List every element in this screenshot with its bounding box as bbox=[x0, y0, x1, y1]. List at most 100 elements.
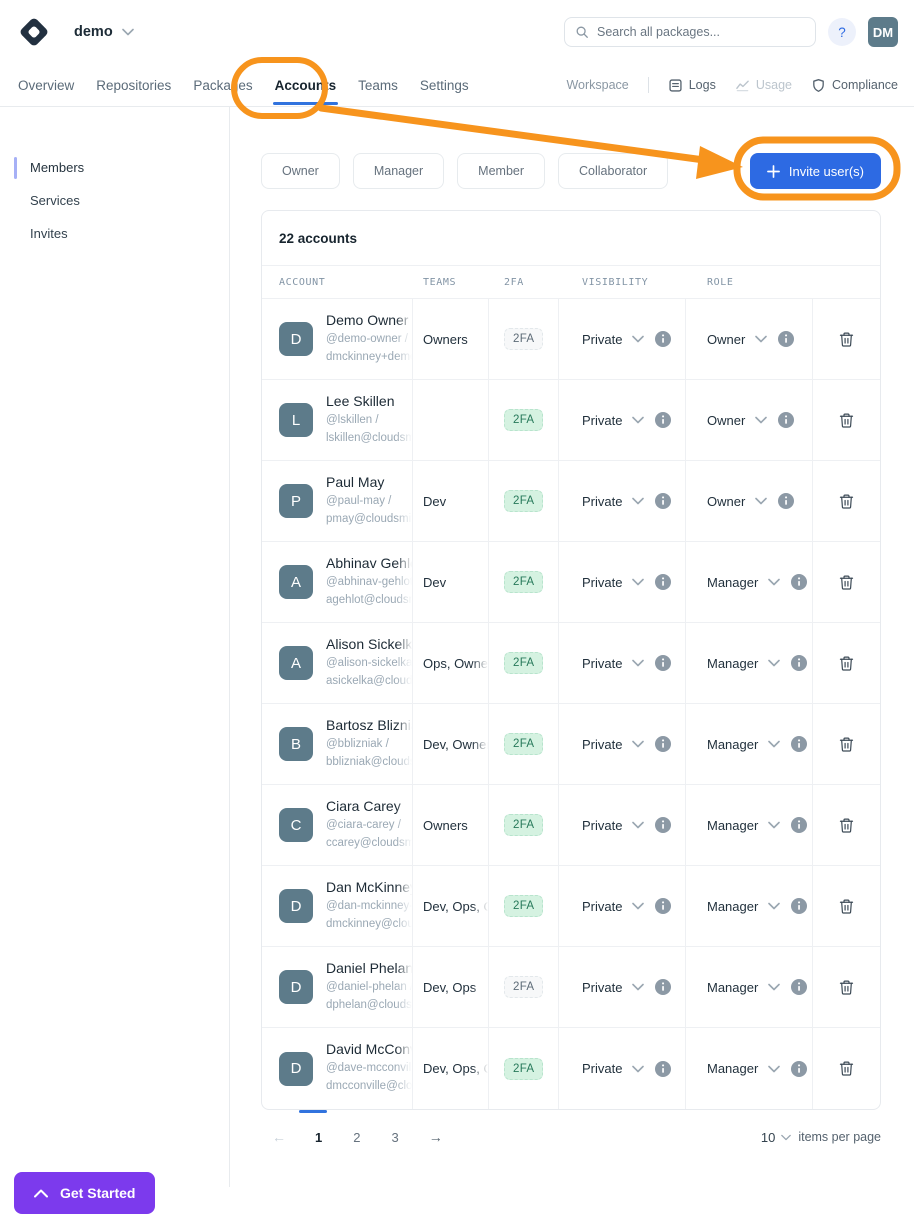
role-dropdown[interactable]: Manager bbox=[707, 980, 780, 995]
account-name[interactable]: Lee Skillen bbox=[326, 393, 412, 409]
get-started-button[interactable]: Get Started bbox=[14, 1172, 155, 1214]
role-info-icon[interactable] bbox=[791, 1061, 807, 1077]
visibility-dropdown[interactable]: Private bbox=[582, 818, 644, 833]
role-info-icon[interactable] bbox=[791, 736, 807, 752]
help-button[interactable]: ? bbox=[828, 18, 856, 46]
delete-account-button[interactable] bbox=[838, 979, 855, 996]
role-dropdown[interactable]: Manager bbox=[707, 818, 780, 833]
next-page-arrow[interactable]: → bbox=[429, 1129, 443, 1145]
role-info-icon[interactable] bbox=[778, 412, 794, 428]
account-name[interactable]: David McConville bbox=[326, 1041, 412, 1057]
account-name[interactable]: Bartosz Blizniak bbox=[326, 717, 412, 733]
account-name[interactable]: Paul May bbox=[326, 474, 412, 490]
logs-link[interactable]: Logs bbox=[668, 78, 716, 93]
role-dropdown[interactable]: Manager bbox=[707, 899, 780, 914]
role-info-icon[interactable] bbox=[791, 979, 807, 995]
visibility-info-icon[interactable] bbox=[655, 331, 671, 347]
delete-account-button[interactable] bbox=[838, 655, 855, 672]
tab-teams[interactable]: Teams bbox=[356, 64, 400, 106]
visibility-info-icon[interactable] bbox=[655, 817, 671, 833]
visibility-info-icon[interactable] bbox=[655, 493, 671, 509]
delete-account-button[interactable] bbox=[838, 736, 855, 753]
visibility-info-icon[interactable] bbox=[655, 574, 671, 590]
role-info-icon[interactable] bbox=[791, 898, 807, 914]
compliance-link[interactable]: Compliance bbox=[811, 78, 898, 93]
usage-link[interactable]: Usage bbox=[735, 78, 792, 93]
role-info-icon[interactable] bbox=[791, 655, 807, 671]
visibility-cell: Private bbox=[559, 1028, 686, 1109]
account-name[interactable]: Daniel Phelan bbox=[326, 960, 412, 976]
per-page-select[interactable]: 10 bbox=[761, 1130, 791, 1145]
visibility-info-icon[interactable] bbox=[655, 979, 671, 995]
sidebar-item-invites[interactable]: Invites bbox=[30, 226, 68, 241]
sidebar-item-members[interactable]: Members bbox=[30, 160, 84, 175]
tab-accounts[interactable]: Accounts bbox=[273, 64, 339, 106]
previous-page-arrow[interactable]: ← bbox=[272, 1129, 286, 1145]
workspace-switcher[interactable]: demo bbox=[74, 24, 134, 40]
tab-packages[interactable]: Packages bbox=[191, 64, 254, 106]
visibility-dropdown[interactable]: Private bbox=[582, 494, 644, 509]
chevron-down-icon bbox=[768, 983, 780, 991]
page-3[interactable]: 3 bbox=[391, 1130, 398, 1145]
chevron-down-icon bbox=[632, 335, 644, 343]
account-name[interactable]: Abhinav Gehlot bbox=[326, 555, 412, 571]
visibility-info-icon[interactable] bbox=[655, 898, 671, 914]
invite-users-button[interactable]: Invite user(s) bbox=[750, 153, 881, 189]
table-row: B Bartosz Blizniak @bblizniak / bbliznia… bbox=[262, 704, 880, 785]
visibility-dropdown[interactable]: Private bbox=[582, 980, 644, 995]
page-2[interactable]: 2 bbox=[353, 1130, 360, 1145]
role-dropdown[interactable]: Owner bbox=[707, 494, 767, 509]
tab-overview[interactable]: Overview bbox=[16, 64, 76, 106]
page-1[interactable]: 1 bbox=[315, 1130, 322, 1145]
role-dropdown[interactable]: Manager bbox=[707, 737, 780, 752]
role-dropdown[interactable]: Manager bbox=[707, 656, 780, 671]
visibility-info-icon[interactable] bbox=[655, 412, 671, 428]
search-box[interactable] bbox=[564, 17, 816, 47]
search-input[interactable] bbox=[597, 25, 805, 39]
delete-account-button[interactable] bbox=[838, 898, 855, 915]
role-info-icon[interactable] bbox=[791, 574, 807, 590]
visibility-dropdown[interactable]: Private bbox=[582, 656, 644, 671]
role-info-icon[interactable] bbox=[778, 331, 794, 347]
visibility-dropdown[interactable]: Private bbox=[582, 332, 644, 347]
tab-repositories[interactable]: Repositories bbox=[94, 64, 173, 106]
role-info-icon[interactable] bbox=[791, 817, 807, 833]
account-name[interactable]: Alison Sickelka bbox=[326, 636, 412, 652]
role-dropdown[interactable]: Manager bbox=[707, 1061, 780, 1076]
account-name[interactable]: Ciara Carey bbox=[326, 798, 412, 814]
cloudsmith-logo-icon[interactable] bbox=[16, 14, 52, 50]
role-dropdown[interactable]: Manager bbox=[707, 575, 780, 590]
filter-collaborator-button[interactable]: Collaborator bbox=[558, 153, 668, 189]
role-dropdown[interactable]: Owner bbox=[707, 332, 767, 347]
delete-account-button[interactable] bbox=[838, 574, 855, 591]
account-email: bblizniak@cloudsm bbox=[326, 754, 412, 772]
tab-settings[interactable]: Settings bbox=[418, 64, 471, 106]
delete-account-button[interactable] bbox=[838, 493, 855, 510]
filter-manager-button[interactable]: Manager bbox=[353, 153, 444, 189]
visibility-dropdown[interactable]: Private bbox=[582, 575, 644, 590]
account-name[interactable]: Demo Owner bbox=[326, 312, 412, 328]
filter-member-button[interactable]: Member bbox=[457, 153, 545, 189]
sidebar-item-services[interactable]: Services bbox=[30, 193, 80, 208]
chevron-down-icon bbox=[768, 659, 780, 667]
visibility-dropdown[interactable]: Private bbox=[582, 737, 644, 752]
delete-account-button[interactable] bbox=[838, 1060, 855, 1077]
account-email: asickelka@cloudsm bbox=[326, 673, 412, 691]
visibility-info-icon[interactable] bbox=[655, 736, 671, 752]
role-value: Manager bbox=[707, 1061, 758, 1076]
chevron-down-icon bbox=[781, 1134, 791, 1141]
user-avatar[interactable]: DM bbox=[868, 17, 898, 47]
visibility-dropdown[interactable]: Private bbox=[582, 413, 644, 428]
account-name[interactable]: Dan McKinney bbox=[326, 879, 412, 895]
delete-account-button[interactable] bbox=[838, 331, 855, 348]
visibility-info-icon[interactable] bbox=[655, 1061, 671, 1077]
role-dropdown[interactable]: Owner bbox=[707, 413, 767, 428]
delete-account-button[interactable] bbox=[838, 817, 855, 834]
delete-account-button[interactable] bbox=[838, 412, 855, 429]
filter-owner-button[interactable]: Owner bbox=[261, 153, 340, 189]
teams-list: Dev, Ops, O bbox=[423, 899, 488, 914]
visibility-info-icon[interactable] bbox=[655, 655, 671, 671]
visibility-dropdown[interactable]: Private bbox=[582, 899, 644, 914]
role-info-icon[interactable] bbox=[778, 493, 794, 509]
visibility-dropdown[interactable]: Private bbox=[582, 1061, 644, 1076]
